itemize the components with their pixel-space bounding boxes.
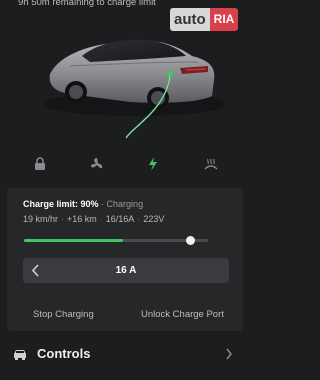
car-icon <box>14 350 26 360</box>
charge-voltage: 223V <box>143 214 165 224</box>
charge-limit-line: Charge limit: 90% · Charging <box>23 199 144 209</box>
tab-charging[interactable] <box>139 150 167 178</box>
lock-icon <box>35 157 45 170</box>
tab-climate[interactable] <box>83 150 111 178</box>
defrost-icon <box>204 158 218 170</box>
fan-icon <box>91 158 103 169</box>
car-image <box>30 22 227 140</box>
charging-stats: 19 km/hr · +16 km · 16/16A · 223V <box>23 214 165 224</box>
charge-current: 16/16A <box>105 214 135 224</box>
vehicle-tabs <box>0 150 250 178</box>
tab-lock[interactable] <box>26 150 54 178</box>
charging-status: Charging <box>106 199 144 209</box>
chevron-right-icon <box>226 348 232 360</box>
unlock-charge-port-button[interactable]: Unlock Charge Port <box>141 309 224 320</box>
charge-level-fill <box>24 239 124 242</box>
controls-label: Controls <box>37 346 91 361</box>
amps-control: 16 A <box>23 258 229 283</box>
charge-limit-handle[interactable] <box>185 236 195 245</box>
charge-limit-label: Charge limit: 90% <box>23 199 99 209</box>
amps-value: 16 A <box>115 265 137 276</box>
charge-limit-slider[interactable] <box>24 236 208 245</box>
controls-row[interactable]: Controls <box>0 342 250 368</box>
charge-rate: 19 km/hr <box>23 214 59 224</box>
lightning-icon <box>149 157 157 171</box>
charge-status-text: 9h 50m remaining to charge limit <box>18 0 156 8</box>
charging-panel: Charge limit: 90% · Charging 19 km/hr · +1… <box>7 188 243 331</box>
range-added: +16 km <box>67 214 97 224</box>
stop-charging-button[interactable]: Stop Charging <box>33 309 94 320</box>
tab-defrost[interactable] <box>197 150 225 178</box>
